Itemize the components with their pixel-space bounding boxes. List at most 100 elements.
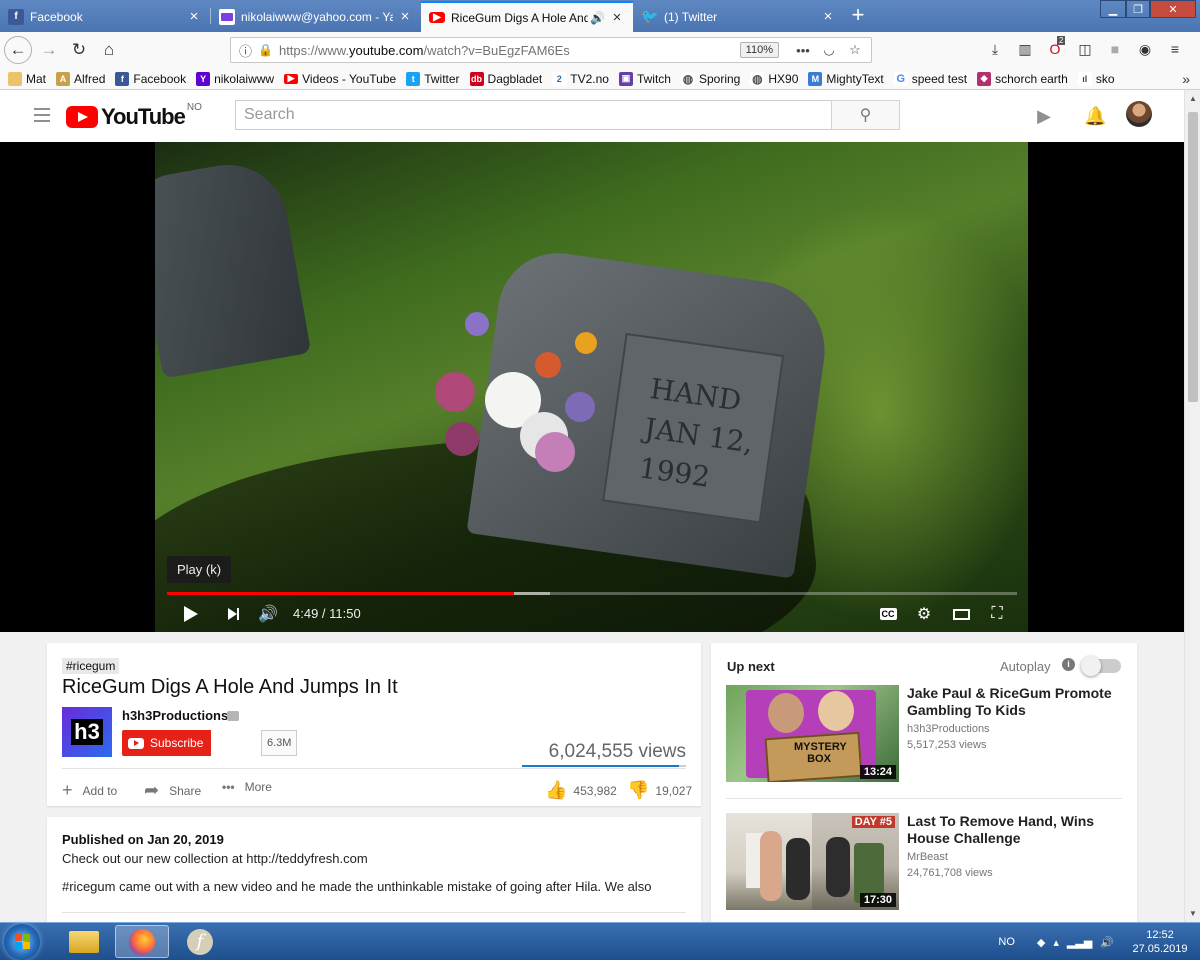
bookmarks-overflow-icon[interactable]: » bbox=[1182, 71, 1190, 87]
guide-menu-icon[interactable] bbox=[34, 108, 50, 122]
bookmark-videos-youtube[interactable]: ▶ Videos - YouTube bbox=[284, 72, 396, 86]
avatar[interactable] bbox=[1126, 101, 1152, 127]
file-explorer-taskbar-button[interactable] bbox=[57, 925, 111, 958]
bookmark-schorch-earth[interactable]: ◆ schorch earth bbox=[977, 71, 1068, 86]
dropbox-icon[interactable]: ◆ bbox=[1037, 936, 1045, 949]
app-taskbar-button[interactable]: f bbox=[173, 925, 227, 958]
page-scrollbar[interactable]: ▲ ▼ bbox=[1184, 90, 1200, 922]
close-tab-icon[interactable]: × bbox=[186, 8, 202, 25]
tray-overflow-icon[interactable]: ▴ bbox=[1053, 936, 1059, 949]
up-next-video[interactable]: DAY #5 17:30 Last To Remove Hand, Wins H… bbox=[726, 813, 1122, 913]
scroll-thumb[interactable] bbox=[1188, 112, 1198, 402]
next-button[interactable] bbox=[222, 602, 244, 626]
channel-name[interactable]: h3h3Productions bbox=[122, 708, 228, 723]
bookmark-alfred[interactable]: A Alfred bbox=[56, 71, 105, 86]
tab-facebook[interactable]: f Facebook × bbox=[0, 1, 210, 32]
fullscreen-button[interactable]: ⛶ bbox=[986, 602, 1008, 626]
dislike-button[interactable]: 👎 19,027 bbox=[627, 780, 692, 801]
bookmark-twitch[interactable]: ▣ Twitch bbox=[618, 71, 671, 86]
channel-avatar[interactable]: h3 bbox=[62, 707, 112, 757]
zoom-level[interactable]: 110% bbox=[739, 42, 779, 58]
restore-button[interactable]: ❐ bbox=[1126, 0, 1150, 18]
info-icon[interactable]: ⓘ bbox=[239, 41, 252, 60]
video-player[interactable]: HAND JAN 12, 1992 Play (k) 🔊 4:49 / 11:5… bbox=[0, 142, 1184, 632]
clock[interactable]: 12:52 27.05.2019 bbox=[1120, 928, 1200, 956]
captions-button[interactable]: CC bbox=[877, 602, 899, 626]
extension-icon[interactable]: ■ bbox=[1105, 41, 1125, 61]
add-to-button[interactable]: + Add to bbox=[62, 780, 117, 801]
speaker-icon[interactable]: 🔊 bbox=[590, 11, 605, 25]
language-indicator[interactable]: NO bbox=[998, 936, 1015, 948]
bookmark-speed-test[interactable]: Gspeed test bbox=[893, 71, 967, 86]
subscribe-button[interactable]: Subscribe bbox=[122, 730, 212, 756]
bookmark-sporing[interactable]: ◍ Sporing bbox=[680, 71, 740, 86]
tab-twitter[interactable]: 🐦 (1) Twitter × bbox=[634, 1, 844, 32]
url-bar[interactable]: ⓘ 🔒 https://www.youtube.com/watch?v=BuEg… bbox=[230, 37, 872, 63]
menu-icon[interactable]: ≡ bbox=[1165, 41, 1185, 61]
f-app-icon: f bbox=[187, 928, 213, 955]
likes-fill bbox=[522, 765, 680, 767]
firefox-taskbar-button[interactable] bbox=[115, 925, 169, 958]
new-tab-button[interactable]: + bbox=[845, 3, 871, 29]
close-tab-icon[interactable]: × bbox=[397, 8, 413, 25]
bookmark-mightytext[interactable]: M MightyText bbox=[808, 71, 884, 86]
forward-button[interactable]: → bbox=[36, 37, 62, 63]
progress-bar[interactable] bbox=[167, 592, 1017, 595]
search-input[interactable] bbox=[235, 100, 832, 130]
mightytext-icon: M bbox=[808, 71, 823, 86]
volume-icon[interactable]: 🔊 bbox=[1100, 936, 1114, 949]
video-thumbnail[interactable]: DAY #5 17:30 bbox=[726, 813, 899, 910]
close-tab-icon[interactable]: × bbox=[609, 9, 625, 26]
bookmark-twitter[interactable]: t Twitter bbox=[406, 71, 460, 86]
more-button[interactable]: ••• More bbox=[222, 780, 272, 794]
start-button[interactable] bbox=[4, 924, 40, 960]
bookmark-sko[interactable]: ıl sko bbox=[1077, 71, 1115, 86]
up-next-video[interactable]: MYSTERY BOX 13:24 Jake Paul & RiceGum Pr… bbox=[726, 685, 1122, 785]
video-thumbnail[interactable]: MYSTERY BOX 13:24 bbox=[726, 685, 899, 782]
library-icon[interactable]: ▥ bbox=[1015, 41, 1035, 61]
theater-mode-button[interactable] bbox=[950, 602, 972, 626]
bookmark-facebook[interactable]: f Facebook bbox=[115, 71, 186, 86]
browser-tab-bar: f Facebook × nikolaiwww@yahoo.com - Yah … bbox=[0, 0, 1200, 32]
downloads-icon[interactable]: ⤓ bbox=[985, 41, 1005, 61]
page-actions-icon[interactable]: ••• bbox=[793, 43, 813, 58]
url-text[interactable]: https://www.youtube.com/watch?v=BuEgzFAM… bbox=[279, 43, 740, 58]
close-tab-icon[interactable]: × bbox=[820, 8, 836, 25]
tab-yahoo-mail[interactable]: nikolaiwww@yahoo.com - Yah × bbox=[211, 1, 421, 32]
opera-extension-icon[interactable]: O2 bbox=[1045, 36, 1066, 61]
pocket-icon[interactable]: ◡ bbox=[819, 42, 839, 58]
bookmark-hx90[interactable]: ◍ HX90 bbox=[750, 71, 798, 86]
network-icon[interactable]: ▂▃▅ bbox=[1067, 936, 1092, 949]
tab-youtube-video[interactable]: ▶ RiceGum Digs A Hole And J 🔊 × bbox=[421, 1, 633, 32]
hashtag-link[interactable]: #ricegum bbox=[62, 658, 120, 674]
back-button[interactable]: ← bbox=[4, 36, 32, 64]
close-window-button[interactable]: ✕ bbox=[1150, 0, 1196, 18]
reload-button[interactable]: ↻ bbox=[66, 37, 92, 63]
bookmark-tv2[interactable]: 2 TV2.no bbox=[552, 71, 609, 86]
bookmark-yahoo[interactable]: Ynikolaiwww bbox=[196, 71, 274, 86]
volume-button[interactable]: 🔊 bbox=[256, 602, 280, 626]
settings-button[interactable]: ⚙ bbox=[913, 602, 935, 626]
video-title[interactable]: Last To Remove Hand, Wins House Challeng… bbox=[907, 813, 1117, 847]
notifications-bell-icon[interactable]: 🔔 bbox=[1084, 106, 1106, 126]
scroll-down-icon[interactable]: ▼ bbox=[1185, 909, 1200, 918]
sidebar-icon[interactable]: ◫ bbox=[1075, 41, 1095, 61]
scroll-up-icon[interactable]: ▲ bbox=[1185, 94, 1200, 103]
video-frame[interactable]: HAND JAN 12, 1992 bbox=[155, 142, 1028, 632]
like-button[interactable]: 👍 453,982 bbox=[545, 780, 617, 801]
verified-icon bbox=[227, 711, 239, 721]
video-title[interactable]: Jake Paul & RiceGum Promote Gambling To … bbox=[907, 685, 1117, 719]
share-button[interactable]: ➦ Share bbox=[144, 780, 201, 801]
autoplay-toggle[interactable] bbox=[1081, 656, 1121, 676]
minimize-button[interactable]: ▁ bbox=[1100, 0, 1126, 18]
search-button[interactable]: ⚲ bbox=[831, 100, 900, 130]
youtube-logo[interactable]: YouTube NO bbox=[66, 102, 202, 130]
info-icon[interactable]: i bbox=[1062, 658, 1075, 671]
account-icon[interactable]: ◉ bbox=[1135, 41, 1155, 61]
home-button[interactable]: ⌂ bbox=[96, 37, 122, 63]
bookmark-star-icon[interactable]: ☆ bbox=[845, 42, 865, 58]
upload-video-icon[interactable]: ▶︎ bbox=[1033, 106, 1055, 126]
play-button[interactable] bbox=[180, 602, 202, 626]
bookmark-mat[interactable]: Mat bbox=[8, 71, 46, 86]
bookmark-dagbladet[interactable]: db Dagbladet bbox=[469, 71, 542, 86]
